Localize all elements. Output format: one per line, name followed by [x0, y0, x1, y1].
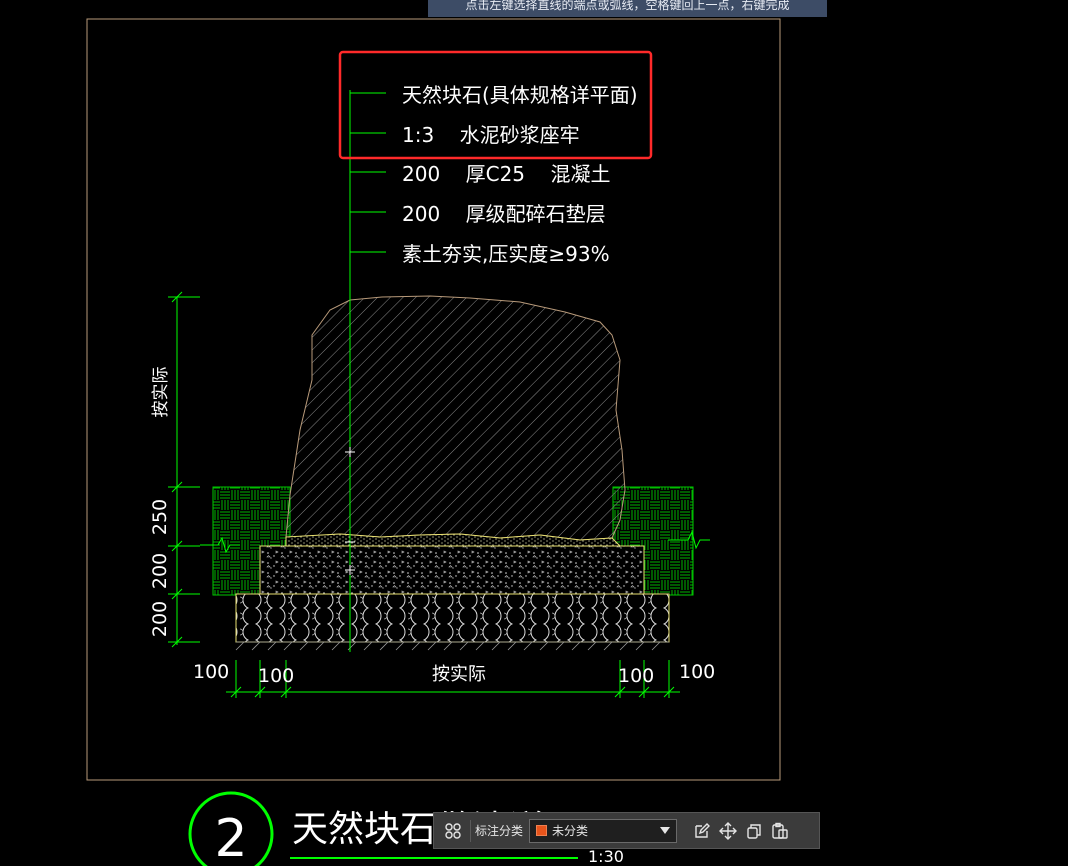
- cad-drawing-canvas[interactable]: 天然块石(具体规格详平面) 1:3 水泥砂浆座牢 200 厚C25 混凝土 20…: [0, 0, 1068, 866]
- annotation-toolbar: 标注分类 未分类: [433, 812, 820, 849]
- category-dropdown[interactable]: 未分类: [529, 818, 678, 843]
- dim-vertical-boulder: 按实际: [151, 367, 171, 418]
- dim-vertical-250: 250: [149, 499, 171, 535]
- dim-vertical-200-a: 200: [149, 553, 171, 589]
- gravel-layer: [235, 593, 670, 643]
- natural-boulder: [285, 295, 626, 541]
- copy-icon[interactable]: [741, 818, 767, 844]
- dim-vertical-200-b: 200: [149, 601, 171, 637]
- detail-scale: 1:30: [588, 847, 624, 866]
- grid-apps-icon[interactable]: [440, 818, 466, 844]
- dim-horizontal-100-d: 100: [679, 661, 715, 683]
- paste-icon[interactable]: [767, 818, 793, 844]
- command-hint-bar: 点击左键选择直线的端点或弧线，空格键回上一点，右键完成: [428, 0, 827, 17]
- callout-boulder: 天然块石(具体规格详平面): [402, 83, 638, 107]
- category-dropdown-value: 未分类: [552, 824, 589, 838]
- callout-gravel: 200 厚级配碎石垫层: [402, 202, 606, 226]
- compacted-soil-hatch: [235, 641, 669, 651]
- concrete-layer: [259, 545, 645, 595]
- callout-mortar: 1:3 水泥砂浆座牢: [402, 123, 580, 147]
- chevron-down-icon: [660, 826, 671, 834]
- detail-number: 2: [214, 809, 247, 866]
- dim-horizontal-boulder: 按实际: [432, 664, 486, 685]
- dim-horizontal-100-c: 100: [618, 665, 654, 687]
- toolbar-divider: [470, 819, 471, 842]
- callout-concrete: 200 厚C25 混凝土: [402, 162, 610, 186]
- category-label: 标注分类: [475, 824, 524, 838]
- category-color-swatch: [536, 825, 548, 836]
- command-hint-text: 点击左键选择直线的端点或弧线，空格键回上一点，右键完成: [465, 0, 790, 12]
- vertical-dimension-lines: [168, 291, 200, 648]
- dim-horizontal-100-b: 100: [258, 665, 294, 687]
- dim-horizontal-100-a: 100: [193, 661, 229, 683]
- move-icon[interactable]: [715, 818, 741, 844]
- edit-icon[interactable]: [689, 818, 715, 844]
- callout-soil: 素土夯实,压实度≥93%: [402, 242, 610, 266]
